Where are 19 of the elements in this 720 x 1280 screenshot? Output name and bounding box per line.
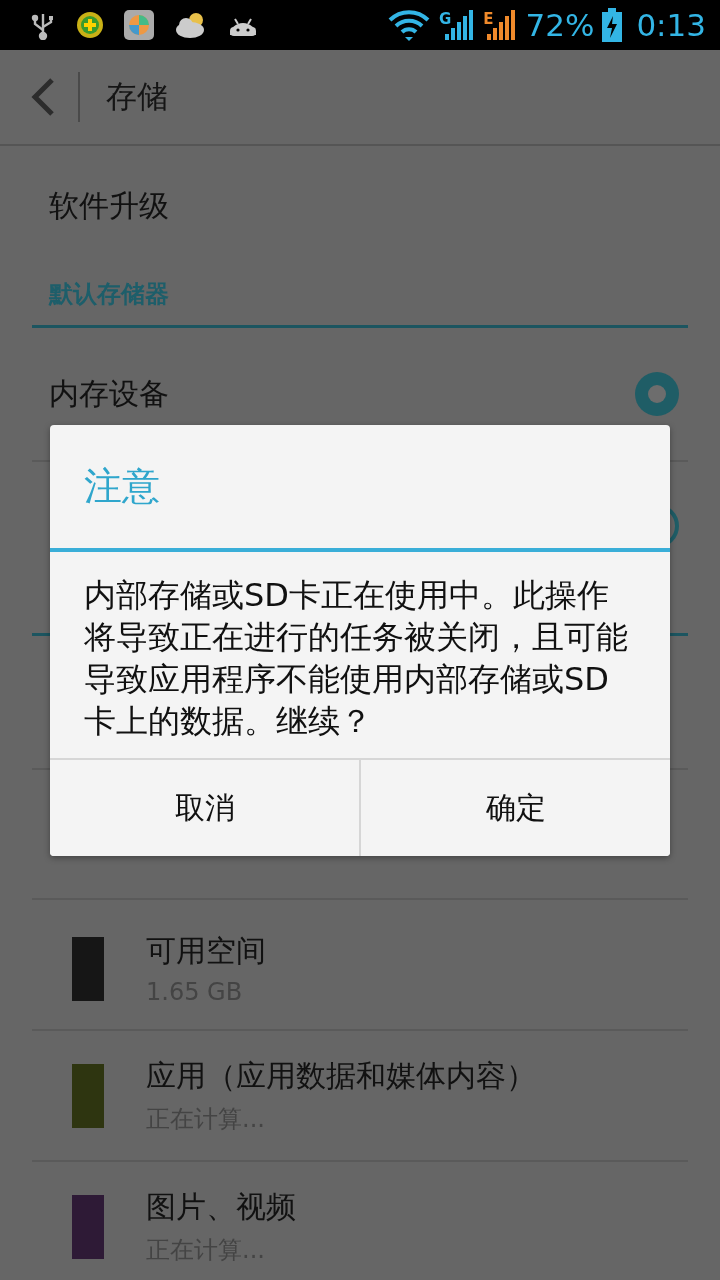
app-icon (124, 10, 154, 40)
battery-percent: 72% (525, 7, 595, 43)
dialog-message: 内部存储或SD卡正在使用中。此操作将导致正在进行的任务被关闭，且可能导致应用程序不能使用内部存储或SD卡上的数据。继续？ (83, 575, 629, 742)
section-header: 默认存储器 (49, 279, 169, 310)
option-label: 内存设备 (49, 374, 169, 413)
storage-category: 应用（应用数据和媒体内容） (146, 1057, 536, 1095)
clock: 0:13 (636, 7, 706, 43)
storage-category: 图片、视频 (146, 1188, 296, 1226)
network-type-label: E (483, 10, 494, 28)
plus-circle-icon (76, 11, 104, 39)
storage-category: 可用空间 (146, 932, 266, 970)
battery-charging-icon (602, 8, 623, 42)
wifi-icon (386, 8, 431, 42)
dialog-title: 注意 (50, 425, 670, 552)
dialog-button[interactable]: 取消 (50, 760, 359, 856)
dialog-button[interactable]: 确定 (359, 760, 670, 856)
network-type-label: G (438, 10, 452, 28)
screen-title: 存储 (106, 77, 168, 116)
radio-button[interactable] (634, 371, 680, 417)
